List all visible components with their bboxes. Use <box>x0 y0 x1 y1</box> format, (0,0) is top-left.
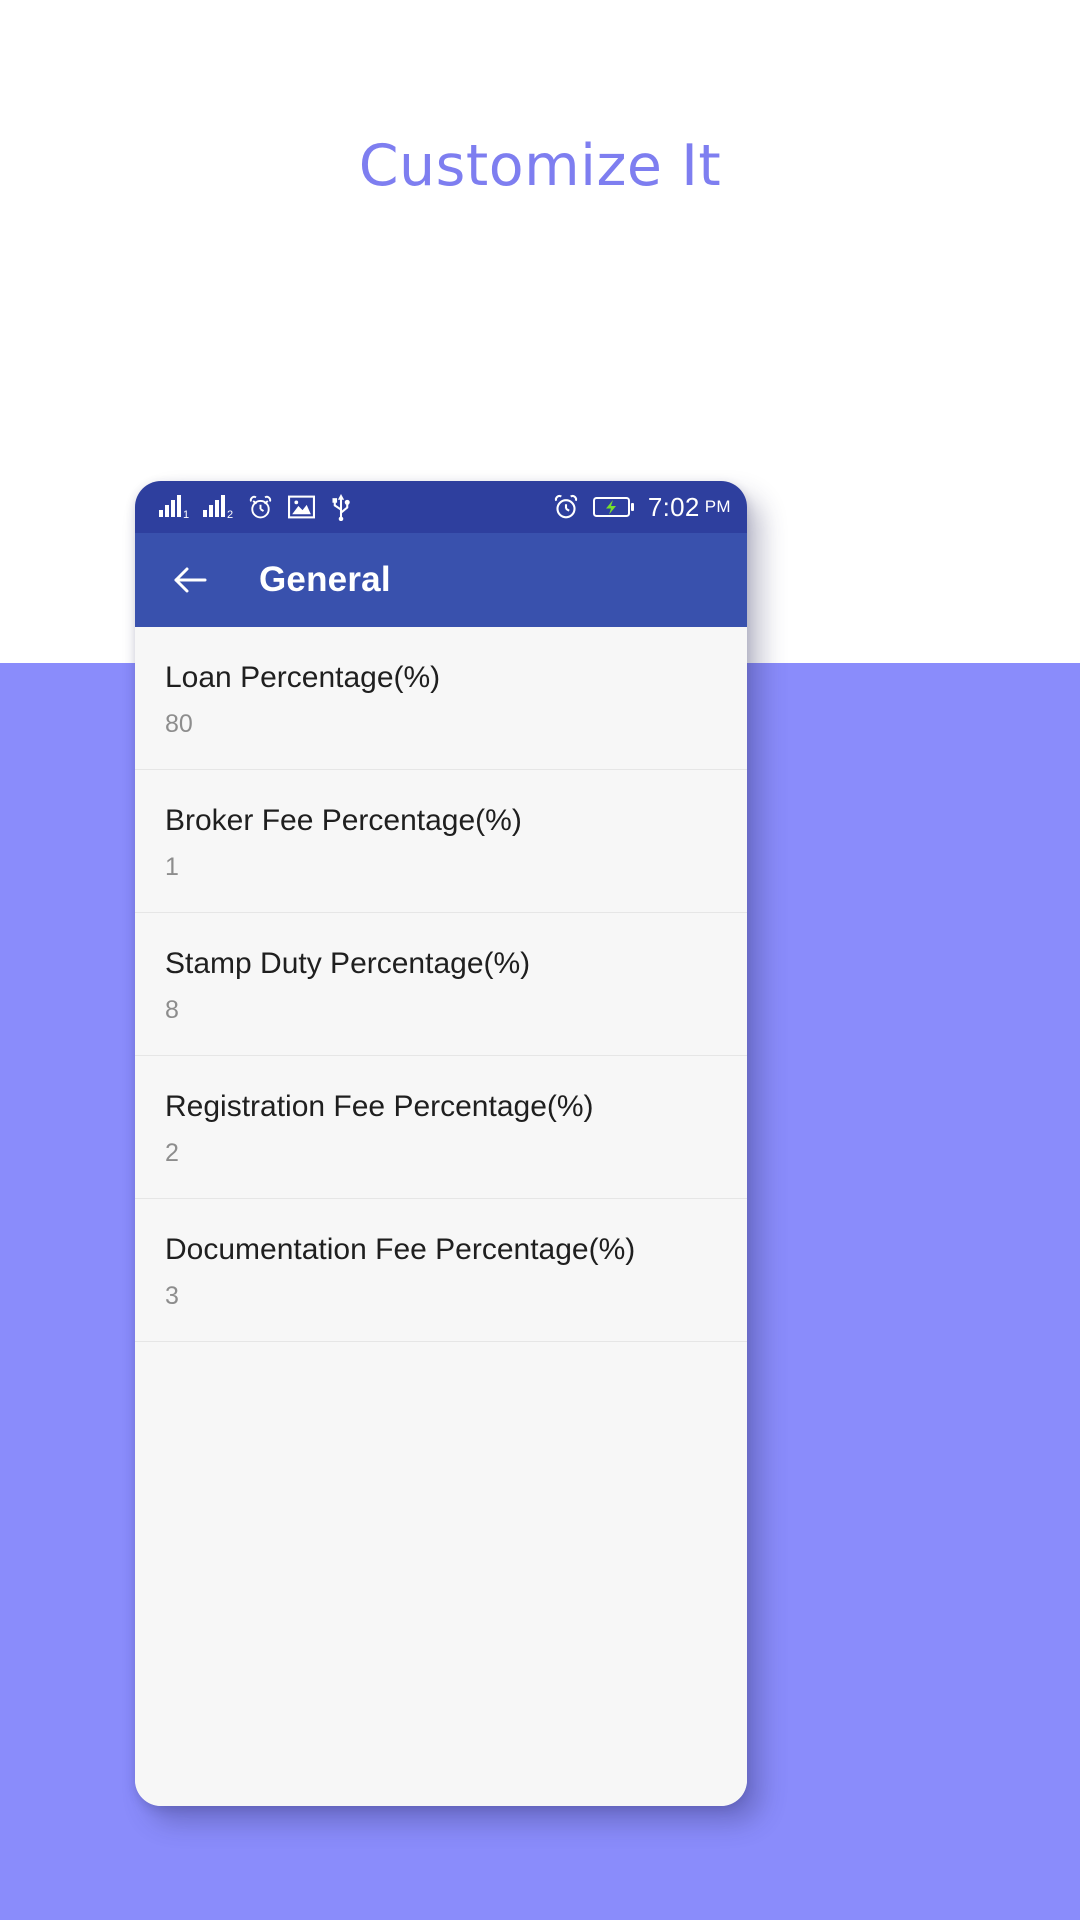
image-icon <box>288 495 315 519</box>
signal-bars-sim1-icon: 1 <box>159 494 189 520</box>
phone-mockup: 1 2 7:02 PM General Loan Percentage(%) 8… <box>135 481 747 1806</box>
status-bar-ampm: PM <box>704 497 731 516</box>
status-bar: 1 2 7:02 PM <box>135 481 747 533</box>
list-item-label: Registration Fee Percentage(%) <box>165 1090 594 1123</box>
list-item-value: 2 <box>165 1139 179 1167</box>
list-item-value: 1 <box>165 853 179 881</box>
status-bar-left-icons: 1 2 <box>159 493 552 521</box>
list-item-value: 3 <box>165 1282 179 1310</box>
list-item-value: 8 <box>165 996 179 1024</box>
status-bar-clock: 7:02 <box>647 491 700 522</box>
alarm-clock-icon <box>247 494 274 521</box>
page-title: Customize It <box>358 133 722 199</box>
list-item[interactable]: Broker Fee Percentage(%) 1 <box>135 770 747 913</box>
list-item-value: 80 <box>165 710 193 738</box>
list-item[interactable]: Stamp Duty Percentage(%) 8 <box>135 913 747 1056</box>
list-item-label: Stamp Duty Percentage(%) <box>165 947 531 980</box>
page-root: Customize It 1 2 7:02 PM General Loan Pe… <box>0 0 1080 1920</box>
list-item-label: Broker Fee Percentage(%) <box>165 804 522 837</box>
list-item-label: Loan Percentage(%) <box>165 661 441 694</box>
svg-text:1: 1 <box>183 509 189 520</box>
status-bar-right-icons: 7:02 PM <box>552 492 731 523</box>
app-bar-title: General <box>259 560 391 599</box>
list-item[interactable]: Loan Percentage(%) 80 <box>135 627 747 770</box>
app-bar: General <box>135 533 747 627</box>
list-item[interactable]: Registration Fee Percentage(%) 2 <box>135 1056 747 1199</box>
back-button[interactable] <box>165 554 217 606</box>
alarm-clock-icon <box>552 493 580 521</box>
svg-text:2: 2 <box>227 509 233 520</box>
battery-charging-icon <box>592 496 635 518</box>
settings-list[interactable]: Loan Percentage(%) 80 Broker Fee Percentag… <box>135 627 747 1806</box>
arrow-left-icon <box>174 567 207 593</box>
list-item[interactable]: Documentation Fee Percentage(%) 3 <box>135 1199 747 1342</box>
list-item-label: Documentation Fee Percentage(%) <box>165 1233 636 1266</box>
usb-icon <box>329 493 353 521</box>
signal-bars-sim2-icon: 2 <box>203 494 233 520</box>
